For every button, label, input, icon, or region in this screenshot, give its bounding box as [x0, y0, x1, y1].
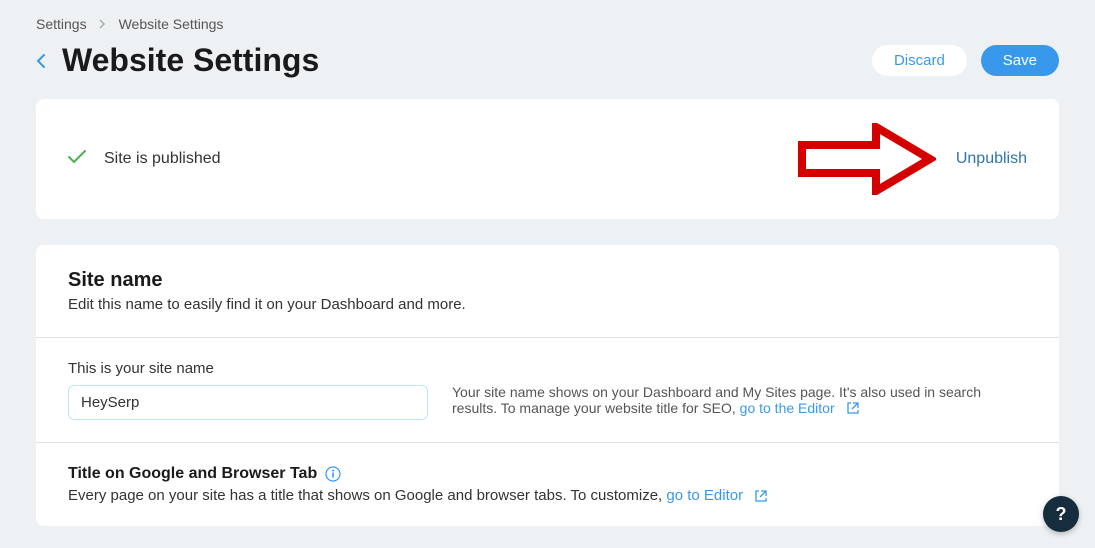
site-name-input[interactable]	[68, 385, 428, 420]
site-name-section-title: Site name	[68, 269, 1027, 292]
checkmark-icon	[68, 150, 86, 169]
breadcrumb: Settings Website Settings	[36, 16, 1059, 32]
chevron-right-icon	[99, 19, 107, 29]
page-title: Website Settings	[62, 42, 319, 79]
title-seo-desc: Every page on your site has a title that…	[68, 487, 1027, 504]
unpublish-link[interactable]: Unpublish	[956, 150, 1027, 168]
site-name-help-text: Your site name shows on your Dashboard a…	[452, 360, 1027, 420]
site-name-card: Site name Edit this name to easily find …	[36, 245, 1059, 526]
red-arrow-callout-icon	[796, 123, 936, 195]
go-to-editor-link[interactable]: go to the Editor	[740, 400, 859, 416]
title-seo-heading: Title on Google and Browser Tab	[68, 465, 317, 483]
back-arrow-icon[interactable]	[36, 54, 48, 68]
breadcrumb-current: Website Settings	[119, 16, 224, 32]
site-name-field-label: This is your site name	[68, 360, 428, 377]
info-icon[interactable]	[325, 466, 341, 482]
go-to-editor-link-2[interactable]: go to Editor	[666, 487, 767, 504]
save-button[interactable]: Save	[981, 45, 1059, 76]
breadcrumb-root[interactable]: Settings	[36, 16, 87, 32]
discard-button[interactable]: Discard	[872, 45, 967, 76]
site-name-section-subtitle: Edit this name to easily find it on your…	[68, 296, 1027, 313]
publish-status-text: Site is published	[104, 150, 221, 168]
external-link-icon	[755, 490, 767, 502]
publish-status-card: Site is published Unpublish	[36, 99, 1059, 219]
external-link-icon	[847, 402, 859, 414]
help-fab-button[interactable]: ?	[1043, 496, 1079, 532]
